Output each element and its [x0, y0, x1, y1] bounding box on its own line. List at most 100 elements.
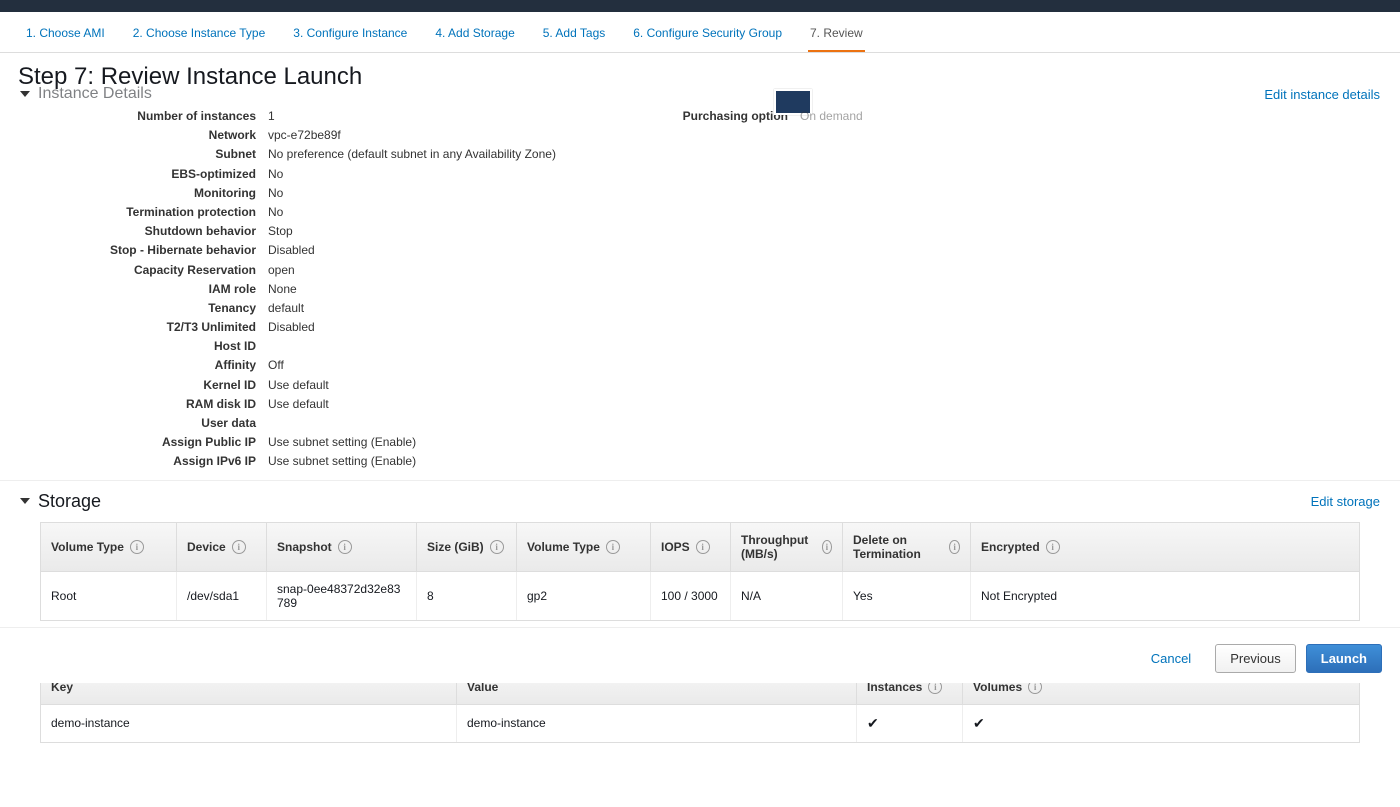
storage-toggle[interactable]: Storage [20, 491, 101, 512]
cell-instances-check: ✔ [857, 705, 963, 742]
col-snapshot: Snapshot [277, 540, 332, 554]
instance-detail-row: IAM roleNone [20, 280, 640, 299]
detail-value: No preference (default subnet in any Ava… [268, 145, 556, 164]
caret-down-icon [20, 91, 30, 97]
detail-label: Assign IPv6 IP [20, 452, 268, 471]
cell-volumes-check: ✔ [963, 705, 1359, 742]
instance-detail-row: Capacity Reservationopen [20, 261, 640, 280]
tab-add-tags[interactable]: 5. Add Tags [541, 20, 608, 52]
detail-label: Tenancy [20, 299, 268, 318]
instance-detail-row: Termination protectionNo [20, 203, 640, 222]
detail-label: Termination protection [20, 203, 268, 222]
purchasing-option-value: On demand [800, 107, 863, 126]
console-topbar [0, 0, 1400, 12]
instance-detail-row: Networkvpc-e72be89f [20, 126, 640, 145]
tag-row: demo-instance demo-instance ✔ ✔ [41, 705, 1359, 742]
info-icon[interactable] [1046, 540, 1060, 554]
info-icon[interactable] [232, 540, 246, 554]
detail-value: open [268, 261, 295, 280]
cell-snapshot: snap-0ee48372d32e83789 [267, 572, 417, 620]
instance-detail-row: Kernel IDUse default [20, 376, 640, 395]
detail-value: Use subnet setting (Enable) [268, 433, 416, 452]
info-icon[interactable] [822, 540, 832, 554]
instance-detail-row: RAM disk IDUse default [20, 395, 640, 414]
instance-detail-row: Number of instances1 [20, 107, 640, 126]
detail-label: Subnet [20, 145, 268, 164]
previous-button[interactable]: Previous [1215, 644, 1296, 673]
instance-detail-row: User data [20, 414, 640, 433]
detail-label: Affinity [20, 356, 268, 375]
wizard-footer: Cancel Previous Launch [0, 634, 1400, 683]
detail-value: default [268, 299, 304, 318]
detail-value: Off [268, 356, 284, 375]
instance-detail-row: EBS-optimizedNo [20, 165, 640, 184]
cell-volume-type: gp2 [517, 572, 651, 620]
launch-button[interactable]: Launch [1306, 644, 1382, 673]
tab-configure-instance[interactable]: 3. Configure Instance [291, 20, 409, 52]
storage-header-row: Storage Edit storage [0, 480, 1400, 516]
cell-size: 8 [417, 572, 517, 620]
instance-detail-row: Assign Public IPUse subnet setting (Enab… [20, 433, 640, 452]
instance-detail-row: AffinityOff [20, 356, 640, 375]
col-device: Device [187, 540, 226, 554]
detail-label: T2/T3 Unlimited [20, 318, 268, 337]
storage-row: Root /dev/sda1 snap-0ee48372d32e83789 8 … [41, 572, 1359, 620]
info-icon[interactable] [490, 540, 504, 554]
instance-detail-row: Tenancydefault [20, 299, 640, 318]
instance-detail-row: T2/T3 UnlimitedDisabled [20, 318, 640, 337]
col-volume-type-label: Volume Type [51, 540, 124, 554]
detail-value: Use default [268, 376, 329, 395]
cell-tag-value: demo-instance [457, 705, 857, 742]
instance-detail-row: Host ID [20, 337, 640, 356]
wizard-tabs: 1. Choose AMI 2. Choose Instance Type 3.… [0, 12, 1400, 53]
detail-value: No [268, 165, 283, 184]
detail-label: Kernel ID [20, 376, 268, 395]
tab-configure-security-group[interactable]: 6. Configure Security Group [631, 20, 784, 52]
edit-instance-details-link[interactable]: Edit instance details [1264, 87, 1380, 102]
detail-value: No [268, 203, 283, 222]
cell-encrypted: Not Encrypted [971, 572, 1359, 620]
detail-label: Host ID [20, 337, 268, 356]
instance-details-body: Number of instances1Networkvpc-e72be89fS… [0, 103, 1400, 480]
cell-vol-type-label: Root [41, 572, 177, 620]
tab-add-storage[interactable]: 4. Add Storage [433, 20, 516, 52]
cell-iops: 100 / 3000 [651, 572, 731, 620]
info-icon[interactable] [949, 540, 960, 554]
tab-review[interactable]: 7. Review [808, 20, 865, 52]
instance-detail-row: SubnetNo preference (default subnet in a… [20, 145, 640, 164]
instance-detail-row: Stop - Hibernate behaviorDisabled [20, 241, 640, 260]
instance-details-toggle[interactable]: Instance Details [20, 85, 152, 103]
detail-label: Network [20, 126, 268, 145]
tab-choose-ami[interactable]: 1. Choose AMI [24, 20, 107, 52]
detail-label: EBS-optimized [20, 165, 268, 184]
detail-value: Disabled [268, 318, 315, 337]
cell-throughput: N/A [731, 572, 843, 620]
detail-value: Disabled [268, 241, 315, 260]
detail-value: None [268, 280, 297, 299]
detail-value: No [268, 184, 283, 203]
cell-tag-key: demo-instance [41, 705, 457, 742]
detail-value: 1 [268, 107, 275, 126]
detail-label: RAM disk ID [20, 395, 268, 414]
caret-down-icon [20, 498, 30, 504]
info-icon[interactable] [606, 540, 620, 554]
storage-title: Storage [38, 491, 101, 512]
col-iops: IOPS [661, 540, 690, 554]
info-icon[interactable] [130, 540, 144, 554]
detail-label: User data [20, 414, 268, 433]
info-icon[interactable] [338, 540, 352, 554]
detail-label: Number of instances [20, 107, 268, 126]
detail-label: Stop - Hibernate behavior [20, 241, 268, 260]
detail-label: Shutdown behavior [20, 222, 268, 241]
detail-value: Use default [268, 395, 329, 414]
cancel-button[interactable]: Cancel [1137, 645, 1205, 672]
tab-choose-instance-type[interactable]: 2. Choose Instance Type [131, 20, 268, 52]
col-volume-type: Volume Type [527, 540, 600, 554]
instance-detail-row: Assign IPv6 IPUse subnet setting (Enable… [20, 452, 640, 471]
instance-detail-row: MonitoringNo [20, 184, 640, 203]
info-icon[interactable] [696, 540, 710, 554]
detail-value: vpc-e72be89f [268, 126, 341, 145]
edit-storage-link[interactable]: Edit storage [1311, 494, 1380, 509]
cell-device: /dev/sda1 [177, 572, 267, 620]
detail-value: Stop [268, 222, 293, 241]
